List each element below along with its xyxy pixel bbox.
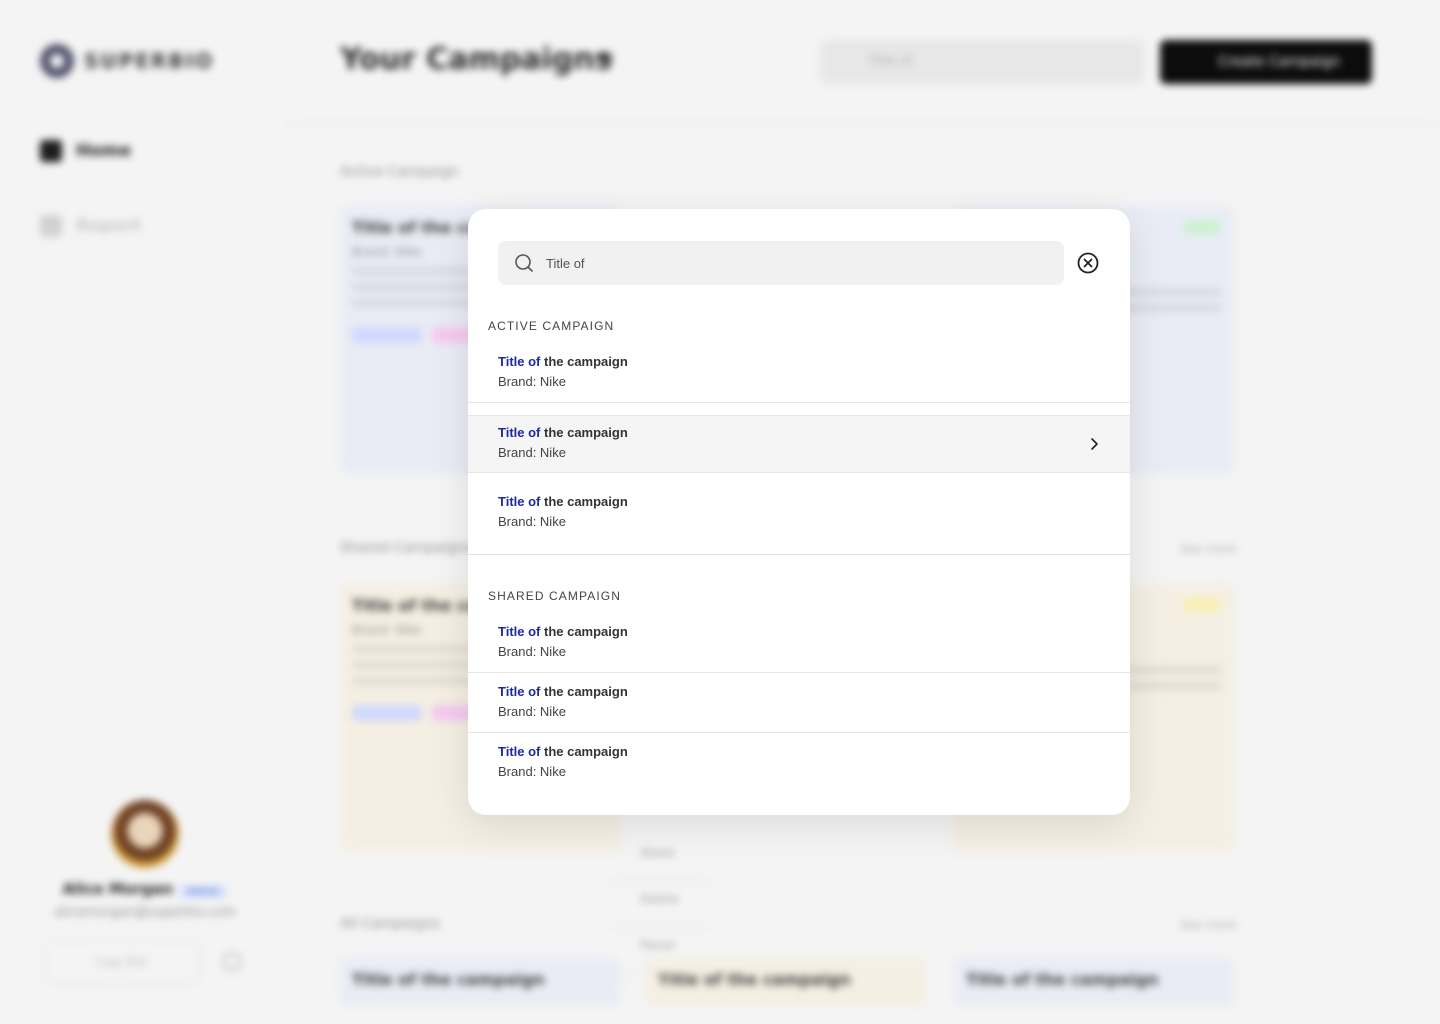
logo-text: SUPERBIO bbox=[84, 49, 215, 73]
logo: SUPERBIO bbox=[40, 44, 214, 78]
result-title-highlight: Title of bbox=[498, 744, 541, 759]
result-title: Title of the campaign bbox=[498, 744, 628, 759]
profile-name: Alice Morgan Admin bbox=[40, 880, 250, 899]
search-result[interactable]: Title of the campaign Brand: Nike bbox=[468, 345, 1130, 403]
group-divider bbox=[468, 554, 1130, 555]
search-result[interactable]: Title of the campaign Brand: Nike bbox=[468, 485, 1130, 543]
search-modal: ACTIVE CAMPAIGN Title of the campaign Br… bbox=[468, 209, 1130, 815]
result-title-rest: the campaign bbox=[540, 684, 628, 699]
result-title-rest: the campaign bbox=[540, 494, 628, 509]
sidebar-item-label: Report bbox=[76, 216, 141, 236]
page-title: Your Campaigns bbox=[340, 42, 613, 77]
result-brand: Brand: Nike bbox=[498, 514, 566, 529]
result-title: Title of the campaign bbox=[498, 684, 628, 699]
report-icon bbox=[40, 215, 62, 237]
result-title-highlight: Title of bbox=[498, 684, 541, 699]
result-title-highlight: Title of bbox=[498, 494, 541, 509]
sidebar-item-label: Home bbox=[76, 141, 132, 161]
admin-badge: Admin bbox=[179, 885, 228, 899]
search-result[interactable]: Title of the campaign Brand: Nike bbox=[468, 415, 1130, 473]
logout-button[interactable]: Log Out bbox=[44, 940, 200, 984]
result-title: Title of the campaign bbox=[498, 425, 628, 440]
campaign-card-title[interactable]: Title of the campaign bbox=[954, 958, 1234, 1006]
sidebar-item-home[interactable]: Home bbox=[40, 140, 131, 162]
result-title-rest: the campaign bbox=[540, 354, 628, 369]
profile-email: alicemorgan@superbio.com bbox=[54, 905, 236, 920]
result-title: Title of the campaign bbox=[498, 624, 628, 639]
result-title-rest: the campaign bbox=[540, 624, 628, 639]
profile: Alice Morgan Admin alicemorgan@superbio.c… bbox=[40, 800, 250, 920]
result-title: Title of the campaign bbox=[498, 494, 628, 509]
result-brand: Brand: Nike bbox=[498, 764, 566, 779]
sidebar: SUPERBIO Home Report Alice Morgan Admin a… bbox=[0, 0, 288, 1024]
group-label-active: ACTIVE CAMPAIGN bbox=[488, 319, 615, 333]
see-more-link[interactable]: See more bbox=[1180, 918, 1237, 932]
result-title-highlight: Title of bbox=[498, 354, 541, 369]
search-input[interactable] bbox=[546, 241, 1046, 285]
section-shared-label: Shared Campaigns bbox=[340, 540, 473, 556]
sidebar-item-report[interactable]: Report bbox=[40, 215, 141, 237]
result-brand: Brand: Nike bbox=[498, 445, 566, 460]
result-brand: Brand: Nike bbox=[498, 644, 566, 659]
section-active-label: Active Campaign bbox=[340, 164, 459, 180]
see-more-link[interactable]: See more bbox=[1180, 542, 1237, 556]
result-title-rest: the campaign bbox=[540, 425, 628, 440]
search-box[interactable] bbox=[498, 241, 1064, 285]
search-result[interactable]: Title of the campaign Brand: Nike bbox=[468, 615, 1130, 673]
context-menu: Share Delete Pause bbox=[610, 836, 710, 974]
avatar bbox=[111, 800, 179, 868]
chevron-right-icon[interactable] bbox=[1086, 436, 1102, 452]
search-icon bbox=[515, 254, 533, 272]
result-title-highlight: Title of bbox=[498, 425, 541, 440]
menu-item-delete[interactable]: Delete bbox=[610, 882, 710, 928]
search-input-background[interactable]: Title of bbox=[820, 40, 1144, 84]
menu-item-pause[interactable]: Pause bbox=[610, 928, 710, 974]
close-icon[interactable] bbox=[1076, 251, 1100, 275]
section-all-label: All Campaigns bbox=[340, 916, 441, 932]
result-brand: Brand: Nike bbox=[498, 704, 566, 719]
search-result[interactable]: Title of the campaign Brand: Nike bbox=[468, 735, 1130, 793]
result-brand: Brand: Nike bbox=[498, 374, 566, 389]
logo-icon bbox=[40, 44, 74, 78]
campaign-card-title[interactable]: Title of the campaign bbox=[340, 958, 620, 1006]
search-result[interactable]: Title of the campaign Brand: Nike bbox=[468, 675, 1130, 733]
result-title: Title of the campaign bbox=[498, 354, 628, 369]
gear-icon[interactable] bbox=[222, 952, 242, 972]
result-title-highlight: Title of bbox=[498, 624, 541, 639]
profile-name-text: Alice Morgan bbox=[62, 880, 174, 898]
result-title-rest: the campaign bbox=[540, 744, 628, 759]
group-label-shared: SHARED CAMPAIGN bbox=[488, 589, 621, 603]
home-icon bbox=[40, 140, 62, 162]
menu-item-share[interactable]: Share bbox=[610, 836, 710, 882]
create-campaign-button[interactable]: Create Campaign bbox=[1160, 40, 1372, 84]
chevron-down-icon[interactable] bbox=[600, 56, 614, 64]
